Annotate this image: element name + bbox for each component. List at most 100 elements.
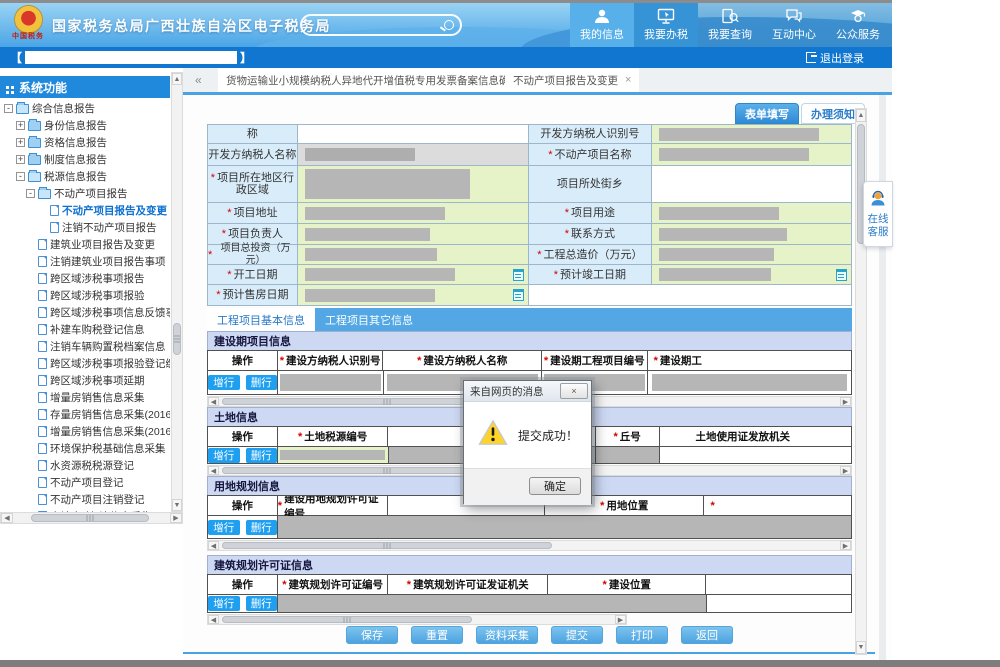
field-input[interactable] [652,144,852,166]
scroll-down-icon[interactable]: ▼ [172,499,182,511]
tab-form-fill[interactable]: 表单填写 [735,103,799,124]
scrollbar-thumb[interactable] [222,616,472,623]
scroll-left-icon[interactable]: ◀ [208,466,219,475]
field-input[interactable] [652,203,852,224]
collapse-expander-icon[interactable]: - [4,104,13,113]
sidebar-horizontal-scrollbar[interactable]: ◀ ▶ [0,512,183,524]
nav-public-service[interactable]: 公众服务 [826,3,890,47]
delete-row-button[interactable]: 删行 [246,375,278,390]
calendar-icon[interactable] [836,269,847,281]
table-cell[interactable] [648,371,851,394]
sidebar-item[interactable]: 建筑业项目报告及变更 [0,236,170,253]
sidebar-item[interactable]: 注销建筑业项目报告事项 [0,253,170,270]
scroll-down-icon[interactable]: ▼ [856,641,866,654]
search-icon[interactable] [444,20,454,30]
sidebar-item[interactable]: 跨区域涉税事项信息反馈事项 [0,304,170,321]
collapse-expander-icon[interactable]: - [26,189,35,198]
scroll-left-icon[interactable]: ◀ [208,541,219,550]
table-horizontal-scrollbar[interactable]: ◀ ▶ [207,614,627,625]
sidebar-item[interactable]: 跨区域涉税事项报验 [0,287,170,304]
nav-interaction[interactable]: 互动中心 [762,3,826,47]
reset-button[interactable]: 重置 [411,626,463,644]
delete-row-button[interactable]: 删行 [246,520,278,535]
table-cell[interactable] [278,516,851,538]
sidebar-item[interactable]: 跨区域涉税事项延期 [0,372,170,389]
submit-button[interactable]: 提交 [551,626,603,644]
field-input[interactable] [298,203,529,224]
table-cell[interactable] [278,447,389,463]
search-input[interactable] [300,14,462,36]
sidebar-item[interactable]: -不动产项目报告 [0,185,170,202]
scroll-right-icon[interactable]: ▶ [840,397,851,406]
scroll-right-icon[interactable]: ▶ [840,541,851,550]
table-cell[interactable] [660,447,851,463]
delete-row-button[interactable]: 删行 [246,596,278,611]
scroll-right-icon[interactable]: ▶ [840,466,851,475]
table-cell[interactable] [278,595,707,612]
sidebar-item[interactable]: +制度信息报告 [0,151,170,168]
sidebar-item[interactable]: +资格信息报告 [0,134,170,151]
save-button[interactable]: 保存 [346,626,398,644]
field-input[interactable] [652,125,852,144]
sidebar-item[interactable]: 水资源税税源登记 [0,457,170,474]
scroll-left-icon[interactable]: ◀ [208,397,219,406]
ok-button[interactable]: 确定 [529,477,581,495]
back-button[interactable]: 返回 [681,626,733,644]
add-row-button[interactable]: 增行 [208,375,240,390]
nav-do-tax[interactable]: 我要办税 [634,3,698,47]
table-cell[interactable] [278,371,384,394]
field-input[interactable] [652,224,852,245]
sidebar-item[interactable]: 注销不动产项目报告 [0,219,170,236]
sidebar-item-current[interactable]: 不动产项目报告及变更 [0,202,170,219]
sidebar-item[interactable]: -税源信息报告 [0,168,170,185]
scroll-right-icon[interactable]: ▶ [615,615,626,624]
field-input[interactable] [298,224,529,245]
scrollbar-thumb[interactable] [173,323,181,355]
sidebar-item[interactable]: 跨区域涉税事项报验登记缴销 [0,355,170,372]
add-row-button[interactable]: 增行 [208,520,240,535]
sidebar-item[interactable]: 不动产项目注销登记 [0,491,170,508]
sidebar-item[interactable]: 增量房销售信息采集 [0,389,170,406]
sidebar-item[interactable]: 注销车辆购置税档案信息 [0,338,170,355]
scroll-left-icon[interactable]: ◀ [208,615,219,624]
table-cell[interactable] [707,595,852,612]
sidebar-item[interactable]: +身份信息报告 [0,117,170,134]
logout-button[interactable]: 退出登录 [806,47,864,68]
sidebar-item[interactable]: 存量房销售信息采集(2016) [0,406,170,423]
delete-row-button[interactable]: 删行 [246,448,278,463]
calendar-icon[interactable] [513,269,524,281]
nav-query[interactable]: 我要查询 [698,3,762,47]
sidebar-item[interactable]: 跨区域涉税事项报告 [0,270,170,287]
sidebar-vertical-scrollbar[interactable]: ▲ ▼ [171,72,183,512]
close-tab-icon[interactable]: × [625,74,631,86]
field-input[interactable] [298,166,529,203]
data-collect-button[interactable]: 资料采集 [476,626,538,644]
online-service-badge[interactable]: 在线 客服 [863,181,893,247]
expand-expander-icon[interactable]: + [16,138,25,147]
add-row-button[interactable]: 增行 [208,596,240,611]
table-horizontal-scrollbar[interactable]: ◀ ▶ [207,540,852,551]
tab-project-basic-info[interactable]: 工程项目基本信息 [207,308,315,331]
date-field[interactable] [298,265,529,285]
expand-expander-icon[interactable]: + [16,155,25,164]
table-cell[interactable] [596,447,660,463]
scroll-right-icon[interactable]: ▶ [170,513,182,523]
calendar-icon[interactable] [513,289,524,301]
tab-realestate-report-active[interactable]: 不动产项目报告及变更 × [505,68,639,92]
field-input[interactable] [298,125,529,144]
scrollbar-thumb[interactable] [31,514,149,522]
scroll-up-icon[interactable]: ▲ [172,73,182,85]
dialog-close-icon[interactable]: × [560,383,588,399]
sidebar-item[interactable]: 增量房销售信息采集(2016) [0,423,170,440]
date-field[interactable] [652,265,852,285]
expand-expander-icon[interactable]: + [16,121,25,130]
scrollbar-thumb[interactable] [222,542,552,549]
collapse-expander-icon[interactable]: - [16,172,25,181]
sidebar-item[interactable]: 不动产项目登记 [0,474,170,491]
nav-my-info[interactable]: 我的信息 [570,3,634,47]
field-input[interactable] [652,245,852,265]
scroll-left-icon[interactable]: ◀ [1,513,13,523]
sidebar-item[interactable]: 补建车购税登记信息 [0,321,170,338]
scroll-up-icon[interactable]: ▲ [856,109,866,122]
collapse-tabs-icon[interactable]: « [195,73,202,87]
